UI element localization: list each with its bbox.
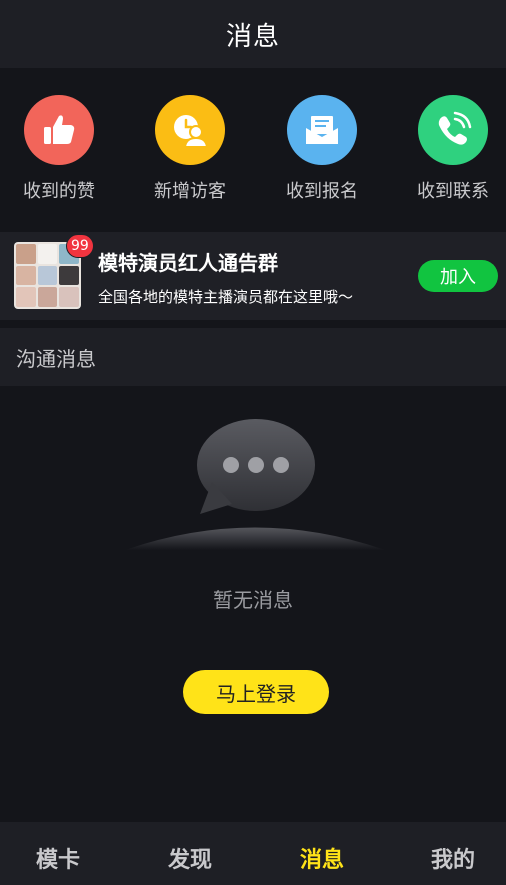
page-title: 消息	[225, 21, 280, 52]
new-visitors-button[interactable]: 新增访客	[130, 95, 250, 215]
group-name: 模特演员红人通告群	[98, 251, 278, 275]
thumbs-up-icon	[24, 95, 94, 165]
empty-state-text: 暂无消息	[213, 588, 293, 612]
unread-badge: 99	[66, 234, 94, 258]
received-contacts-label: 收到联系	[417, 181, 489, 202]
join-group-button[interactable]: 加入	[418, 260, 498, 292]
empty-chat-icon	[120, 410, 390, 560]
tab-model-card[interactable]: 模卡	[8, 842, 108, 874]
bottom-tab-bar: 模卡 发现 消息 我的	[0, 822, 506, 885]
group-description: 全国各地的模特主播演员都在这里哦～	[98, 288, 354, 306]
phone-call-icon	[418, 95, 488, 165]
new-visitors-label: 新增访客	[154, 181, 226, 202]
received-likes-label: 收到的赞	[23, 181, 95, 202]
received-signups-label: 收到报名	[286, 181, 358, 202]
top-bar: 消息	[0, 0, 506, 68]
login-button[interactable]: 马上登录	[183, 670, 329, 714]
section-title: 沟通消息	[16, 347, 96, 371]
mail-inbox-icon	[287, 95, 357, 165]
tab-messages[interactable]: 消息	[272, 842, 372, 874]
received-contacts-button[interactable]: 收到联系	[393, 95, 506, 215]
section-header: 沟通消息	[0, 328, 506, 386]
received-signups-button[interactable]: 收到报名	[262, 95, 382, 215]
quick-actions: 收到的赞 新增访客 收到报名 收到联系	[0, 68, 506, 232]
tab-discover[interactable]: 发现	[140, 842, 240, 874]
received-likes-button[interactable]: 收到的赞	[0, 95, 119, 215]
visitor-clock-icon	[155, 95, 225, 165]
tab-mine[interactable]: 我的	[403, 842, 503, 874]
